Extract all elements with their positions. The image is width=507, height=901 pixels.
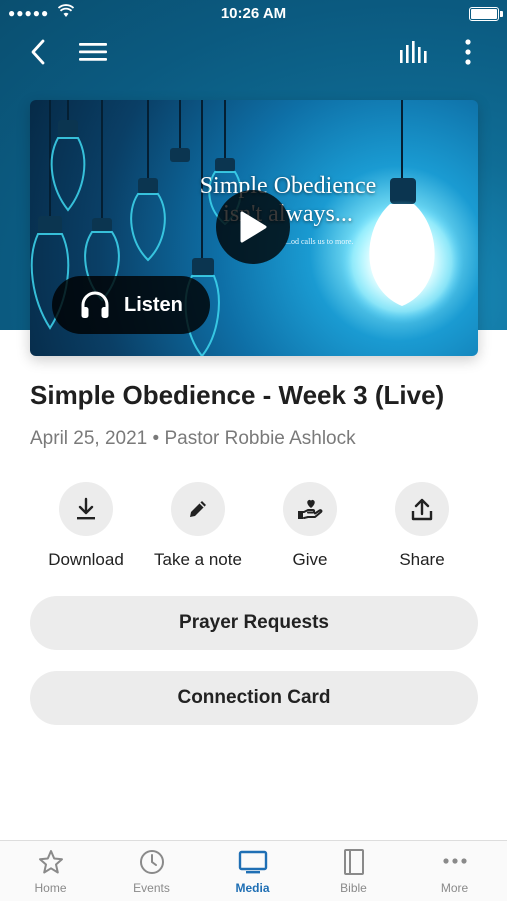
hamburger-icon bbox=[79, 43, 107, 61]
back-button[interactable] bbox=[20, 34, 56, 70]
battery-icon bbox=[469, 7, 503, 21]
audio-button[interactable] bbox=[396, 34, 432, 70]
dots-icon bbox=[442, 858, 467, 864]
give-button[interactable]: Give bbox=[254, 482, 366, 570]
listen-button[interactable]: Listen bbox=[52, 276, 210, 334]
tab-events-label: Events bbox=[133, 881, 170, 895]
tab-bible[interactable]: Bible bbox=[303, 841, 404, 901]
bottom-tab-bar: Home Events Media Bible More bbox=[0, 840, 507, 901]
tv-icon bbox=[238, 850, 267, 874]
tab-events[interactable]: Events bbox=[101, 841, 202, 901]
download-button[interactable]: Download bbox=[30, 482, 142, 570]
connection-card-button[interactable]: Connection Card bbox=[30, 671, 478, 725]
more-options-button[interactable] bbox=[450, 34, 486, 70]
sermon-meta: April 25, 2021 • Pastor Robbie Ashlock bbox=[30, 428, 356, 449]
menu-button[interactable] bbox=[75, 34, 111, 70]
tab-home[interactable]: Home bbox=[0, 841, 101, 901]
share-icon bbox=[395, 482, 449, 536]
download-label: Download bbox=[48, 550, 124, 569]
pencil-icon bbox=[171, 482, 225, 536]
artwork-title-line1: Simple Obedience bbox=[199, 173, 377, 199]
clock-icon bbox=[139, 850, 164, 874]
top-nav bbox=[0, 30, 507, 74]
listen-label: Listen bbox=[124, 293, 183, 316]
tab-media-label: Media bbox=[235, 881, 270, 895]
tab-bible-label: Bible bbox=[340, 881, 367, 895]
tab-more[interactable]: More bbox=[404, 841, 505, 901]
star-icon bbox=[38, 850, 63, 874]
share-button[interactable]: Share bbox=[366, 482, 478, 570]
tab-media[interactable]: Media bbox=[202, 841, 303, 901]
take-note-button[interactable]: Take a note bbox=[142, 482, 254, 570]
tab-home-label: Home bbox=[34, 881, 67, 895]
status-bar: ●●●●● 10:26 AM bbox=[0, 0, 507, 28]
heart-hand-icon bbox=[283, 482, 337, 536]
headphones-icon bbox=[80, 291, 110, 319]
sermon-title: Simple Obedience - Week 3 (Live) bbox=[30, 380, 445, 410]
download-icon bbox=[59, 482, 113, 536]
take-note-label: Take a note bbox=[154, 550, 242, 569]
tab-more-label: More bbox=[440, 881, 469, 895]
sermon-artwork: Simple Obedience isn't always... ...od c… bbox=[30, 100, 478, 356]
play-button[interactable] bbox=[216, 190, 290, 264]
vertical-dots-icon bbox=[465, 39, 471, 65]
equalizer-icon bbox=[400, 41, 427, 63]
artwork-subtitle: ...od calls us to more. bbox=[285, 237, 354, 246]
share-label: Share bbox=[399, 550, 445, 569]
prayer-requests-button[interactable]: Prayer Requests bbox=[30, 596, 478, 650]
chevron-left-icon bbox=[31, 39, 45, 65]
give-label: Give bbox=[292, 550, 328, 569]
status-time: 10:26 AM bbox=[220, 5, 287, 22]
action-row: Download Take a note Give Share bbox=[30, 482, 478, 572]
play-icon bbox=[240, 211, 267, 243]
book-icon bbox=[343, 849, 364, 875]
